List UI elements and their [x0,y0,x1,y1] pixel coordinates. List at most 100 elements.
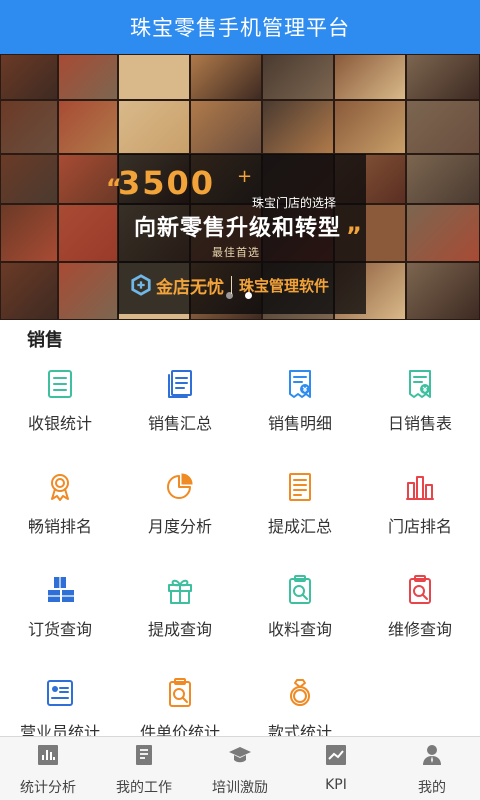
page-title: 珠宝零售手机管理平台 [130,16,350,40]
menu-item[interactable]: 维修查询 [360,566,480,669]
menu-item[interactable]: 提成查询 [120,566,240,669]
menu-item-label: 订货查询 [27,620,92,639]
carousel-dot[interactable] [226,292,233,299]
menu-item-label: 收料查询 [267,620,332,639]
id-card-icon [47,680,73,706]
menu-item[interactable]: 订货查询 [0,566,120,669]
menu-item[interactable]: 收银统计 [0,360,120,463]
banner-slogan: 向新零售升级和转型 [134,216,342,241]
banner-photo-tile [1,155,57,203]
banner-store-count: 3500 [118,164,216,202]
tab-graduation-cap[interactable]: 培训激励 [192,737,288,800]
kpi-chart-icon [326,745,346,765]
banner-photo-tile [191,55,261,99]
gift-icon [168,579,192,604]
work-doc-icon [136,745,152,765]
tab-work-doc[interactable]: 我的工作 [96,737,192,800]
menu-item[interactable]: 门店排名 [360,463,480,566]
banner-photo-tile [263,101,333,153]
banner-photo-tile [59,205,117,261]
banner-photo-tile [1,101,57,153]
stats-icon [38,745,58,765]
banner-photo-tile [119,101,189,153]
menu-item[interactable]: 畅销排名 [0,463,120,566]
clipboard-search-icon [289,575,311,604]
promo-banner-carousel[interactable]: “ 3500 + 珠宝门店的选择 向新零售升级和转型 ” 最佳首选 金店无忧 珠… [0,54,480,320]
menu-item-label: 件单价统计 [139,723,220,736]
tab-kpi-chart[interactable]: KPI [288,737,384,800]
menu-item[interactable]: 款式统计 [240,669,360,736]
tab-stats[interactable]: 统计分析 [0,737,96,800]
menu-item[interactable]: 日销售表 [360,360,480,463]
graduation-cap-icon [229,747,251,763]
ring-icon [290,679,310,706]
banner-photo-tile [407,263,479,319]
tab-label: 统计分析 [20,780,76,796]
banner-photo-tile [119,55,189,99]
banner-tagline: 珠宝门店的选择 [252,196,337,210]
banner-photo-tile [407,155,479,203]
pie-chart-icon [167,473,193,499]
menu-item-label: 销售汇总 [147,414,212,433]
banner-quote-right: ” [346,222,362,250]
document-stack-icon [168,370,192,398]
menu-item-label: 收银统计 [27,414,92,433]
section-title-sales: 销售 [27,330,63,351]
banner-best-choice: 最佳首选 [212,246,260,259]
carousel-dot-active[interactable] [245,292,252,299]
banner-photo-tile [1,55,57,99]
menu-item-label: 营业员统计 [19,723,100,736]
banner-plus: + [237,166,253,187]
banner-photo-tile [407,55,479,99]
menu-item-label: 销售明细 [267,414,332,433]
menu-item-label: 提成汇总 [267,517,332,536]
menu-item-label: 日销售表 [387,414,452,433]
banner-photo-tile [263,55,333,99]
banner-photo-tile [59,263,117,319]
tab-label: 培训激励 [212,780,268,796]
tab-user[interactable]: 我的 [384,737,480,800]
receipt-yen-icon [289,370,311,398]
list-icon [48,370,72,398]
menu-item[interactable]: 销售明细 [240,360,360,463]
bottom-tab-bar: 统计分析 我的工作 培训激励 KPI 我的 [0,736,480,800]
banner-photo-tile [191,101,261,153]
banner-photo-tile [407,101,479,153]
banner-photo-tile [59,101,117,153]
menu-item-label: 提成查询 [147,620,212,639]
banner-photo-tile [1,205,57,261]
menu-item[interactable]: 月度分析 [120,463,240,566]
menu-item[interactable]: 销售汇总 [120,360,240,463]
banner-photo-tile [1,263,57,319]
document-lines-icon [289,473,311,501]
menu-item-label: 畅销排名 [27,517,92,536]
menu-item[interactable]: 收料查询 [240,566,360,669]
menu-item-label: 门店排名 [387,517,452,536]
tab-label: KPI [325,777,347,793]
banner-product-name: 珠宝管理软件 [239,276,330,295]
tab-label: 我的 [418,780,446,796]
receipt-yen-icon [409,370,431,398]
bar-chart-icon [406,476,434,500]
banner-photo-tile [59,55,117,99]
brand-logo-icon [131,274,151,296]
clipboard-search-icon [409,575,431,604]
tab-label: 我的工作 [116,780,172,796]
clipboard-search-icon [169,678,191,707]
user-icon [423,745,441,765]
banner-photo-tile [407,205,479,261]
menu-item-label: 维修查询 [387,620,452,639]
banner-photo-tile [335,101,405,153]
app-header: 珠宝零售手机管理平台 [0,0,480,54]
boxes-icon [48,577,74,602]
menu-item-label: 月度分析 [147,517,212,536]
menu-item[interactable]: 提成汇总 [240,463,360,566]
menu-item[interactable]: 营业员统计 [0,669,120,736]
award-ribbon-icon [51,474,69,501]
menu-item-label: 款式统计 [267,723,332,736]
sales-menu-grid: 收银统计 销售汇总 销售明细 日销售表畅销排名 月度分析 提成汇总 门店排名订货查询 提成查询… [0,360,480,736]
banner-brand-name: 金店无忧 [156,277,224,298]
carousel-indicator[interactable] [226,292,252,299]
banner-photo-tile [335,55,405,99]
menu-item[interactable]: 件单价统计 [120,669,240,736]
